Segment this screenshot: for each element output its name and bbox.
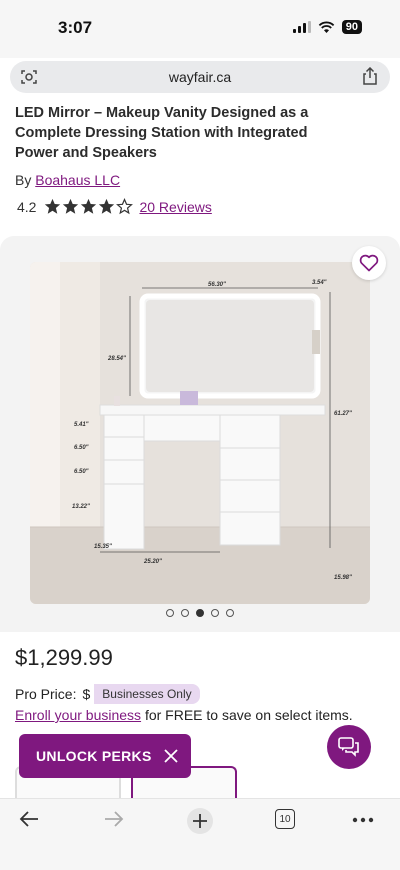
back-arrow-icon[interactable]: [18, 809, 40, 829]
dimension-label: 15.98": [334, 575, 352, 581]
gallery-dot[interactable]: [181, 609, 189, 617]
dimension-label: 28.54": [107, 356, 126, 362]
tabs-button[interactable]: 10: [275, 809, 295, 829]
gallery-dot[interactable]: [211, 609, 219, 617]
rating-value: 4.2: [17, 198, 37, 215]
rating-row: 4.2 20 Reviews: [17, 198, 212, 215]
status-time: 3:07: [58, 18, 93, 37]
product-price: $1,299.99: [15, 645, 113, 670]
gallery-dot[interactable]: [166, 609, 174, 617]
unlock-perks-button[interactable]: UNLOCK PERKS: [19, 734, 191, 778]
businesses-only-badge: Businesses Only: [94, 684, 200, 704]
wifi-icon: [318, 21, 334, 33]
product-title-line: Complete Dressing Station with Integrate…: [15, 125, 308, 141]
enroll-text: for FREE to save on select items.: [141, 707, 353, 723]
new-tab-icon[interactable]: [186, 807, 214, 835]
product-title: LED Mirror – Makeup Vanity Designed as a…: [15, 103, 375, 163]
dimension-label: 6.50": [74, 445, 89, 451]
pro-price-symbol: $: [82, 686, 91, 702]
signal-icon: [292, 21, 311, 33]
rating-stars: [44, 198, 134, 215]
star-icon: [99, 198, 115, 214]
gallery-pagination[interactable]: [0, 609, 400, 617]
dimension-label: 61.27": [334, 411, 352, 417]
heart-icon: [359, 254, 379, 272]
pro-price-row: Pro Price: $ Businesses Only: [15, 684, 200, 704]
enroll-row: Enroll your business for FREE to save on…: [15, 707, 353, 723]
gallery-dot-active[interactable]: [196, 609, 204, 617]
chat-button[interactable]: [327, 725, 371, 769]
dimension-label: 15.35": [94, 544, 112, 550]
by-label: By: [15, 172, 32, 188]
dimension-label: 13.22": [72, 504, 90, 510]
product-title-line: LED Mirror – Makeup Vanity Designed as a: [15, 105, 309, 121]
url-text: wayfair.ca: [168, 69, 232, 85]
pro-price-label: Pro Price:: [15, 686, 77, 702]
dimension-label: 3.54": [312, 280, 327, 286]
reviews-link[interactable]: 20 Reviews: [139, 199, 211, 215]
unlock-perks-label: UNLOCK PERKS: [36, 748, 152, 764]
star-outline-icon: [116, 198, 134, 215]
browser-toolbar: 10: [0, 798, 400, 870]
dimension-label: 5.41": [74, 422, 89, 428]
product-image[interactable]: 56.30" 3.54" 28.54" 61.27" 5.41" 6.50" 6…: [30, 262, 370, 604]
star-icon: [45, 198, 61, 214]
address-bar[interactable]: wayfair.ca: [10, 61, 390, 93]
star-icon: [81, 198, 97, 214]
gallery-dot[interactable]: [226, 609, 234, 617]
status-bar: 3:07 90: [0, 0, 400, 58]
dimension-label: 6.50": [74, 469, 89, 475]
dimension-label: 25.20": [143, 559, 162, 565]
favorite-button[interactable]: [352, 246, 386, 280]
brand-line: By Boahaus LLC: [15, 172, 120, 188]
enroll-business-link[interactable]: Enroll your business: [15, 707, 141, 723]
forward-arrow-icon[interactable]: [103, 809, 125, 829]
product-title-line: Power and Speakers: [15, 145, 157, 161]
brand-link[interactable]: Boahaus LLC: [35, 172, 120, 188]
more-icon[interactable]: [352, 817, 374, 823]
chat-icon: [338, 737, 359, 757]
image-gallery[interactable]: 56.30" 3.54" 28.54" 61.27" 5.41" 6.50" 6…: [0, 236, 400, 632]
close-icon[interactable]: [163, 748, 179, 764]
battery-indicator: 90: [341, 20, 362, 34]
dimension-label: 56.30": [208, 282, 226, 288]
star-icon: [63, 198, 79, 214]
share-icon[interactable]: [362, 67, 378, 85]
status-icons: 90: [292, 20, 362, 34]
